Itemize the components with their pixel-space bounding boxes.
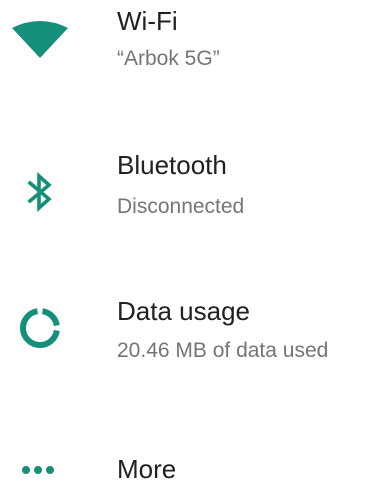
data-usage-amount: 20.46 MB of data used [117, 339, 329, 362]
wifi-title: Wi-Fi [117, 6, 178, 36]
settings-list: Wi-Fi “Arbok 5G” Bluetooth Disconnected … [0, 0, 390, 491]
bluetooth-status: Disconnected [117, 195, 245, 218]
wifi-icon [0, 10, 80, 70]
bluetooth-icon [0, 162, 80, 222]
bluetooth-title: Bluetooth [117, 150, 227, 180]
data-usage-icon [0, 298, 80, 358]
wifi-network-name: “Arbok 5G” [117, 47, 220, 70]
more-title: More [117, 454, 177, 484]
settings-item-data-usage[interactable]: Data usage 20.46 MB of data used [0, 284, 390, 384]
more-icon [0, 450, 80, 490]
settings-item-wifi[interactable]: Wi-Fi “Arbok 5G” [0, 0, 390, 100]
data-usage-title: Data usage [117, 296, 250, 326]
settings-item-more[interactable]: More [0, 440, 390, 491]
settings-item-bluetooth[interactable]: Bluetooth Disconnected [0, 138, 390, 238]
